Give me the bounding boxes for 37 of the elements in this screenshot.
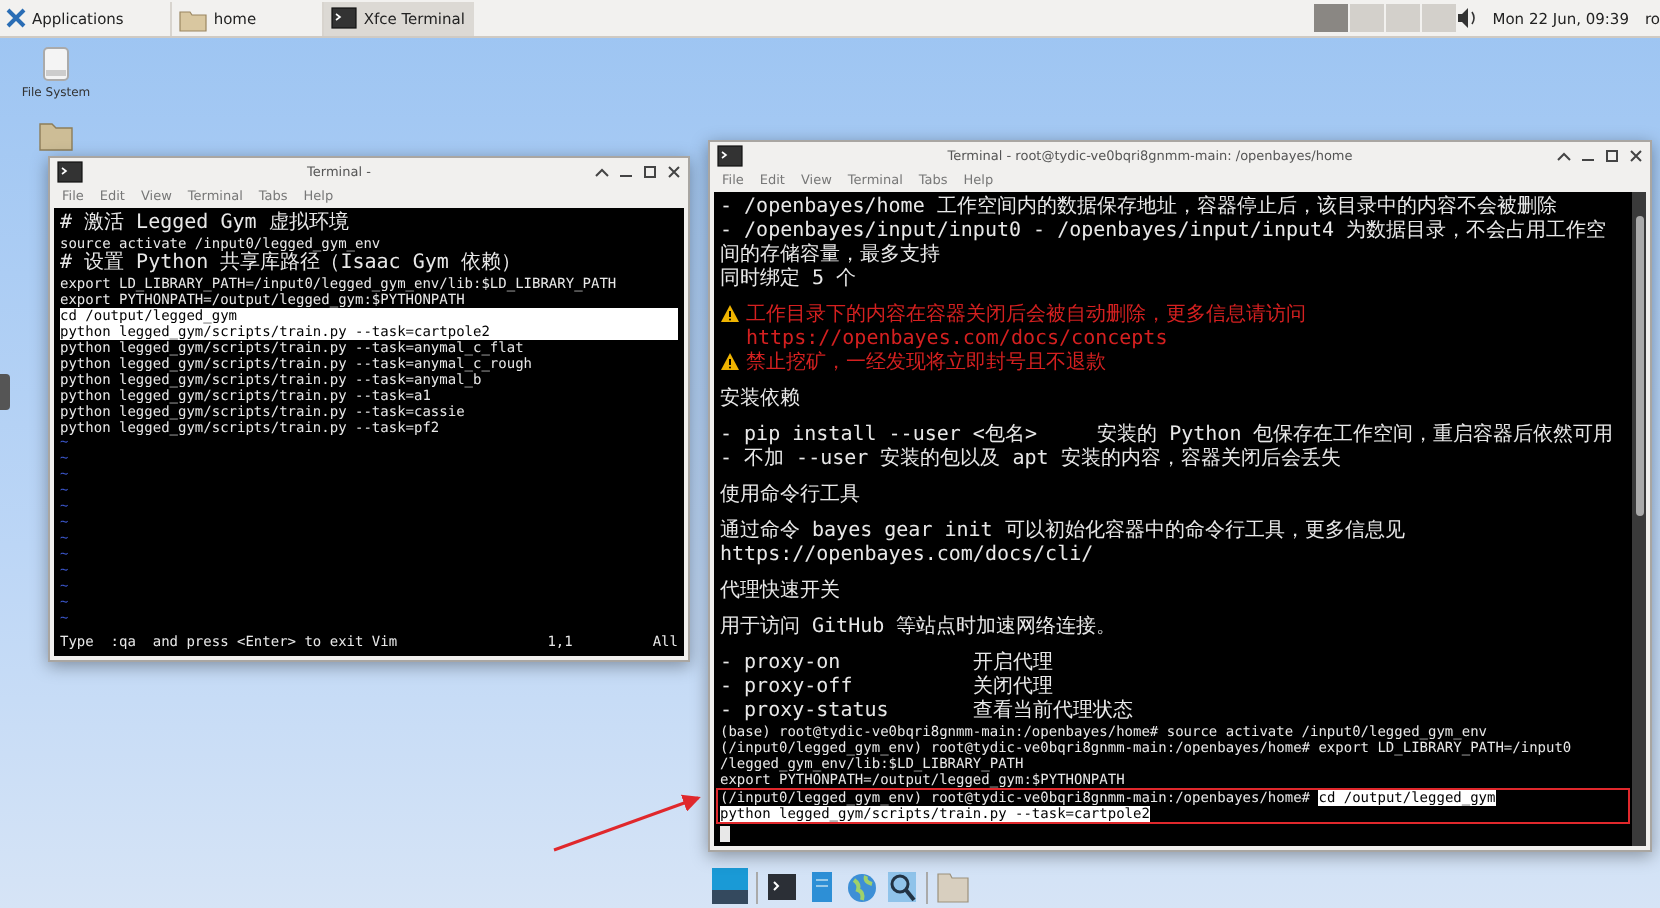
terminal-line: - /openbayes/input/input0 - /openbayes/input/input4 为数据目录，不会占用工作空间的存储容量，最多支持 (720, 220, 1609, 267)
cursor (720, 826, 730, 842)
chevron-up-icon[interactable] (1556, 148, 1572, 164)
desktop-icon[interactable] (712, 868, 748, 904)
chevron-up-icon[interactable] (594, 164, 610, 180)
x-logo-icon (6, 8, 26, 28)
terminal-icon[interactable] (766, 870, 798, 904)
close-icon[interactable] (1628, 148, 1644, 164)
terminal-line: # 激活 Legged Gym 虚拟环境 (60, 212, 351, 236)
warning-message: 工作目录下的内容在容器关闭后会被自动删除，更多信息请访问 https://openbayes.com/docs/concepts (746, 304, 1308, 351)
terminal-line: - 不加 --user 安装的包以及 apt 安装的内容，容器关闭后会丢失 (720, 448, 1343, 472)
terminal-icon[interactable] (329, 6, 358, 30)
scrollbar[interactable] (1632, 192, 1646, 846)
workspace-button[interactable] (1314, 4, 1349, 32)
warning-icon (720, 304, 740, 324)
speaker-icon[interactable] (1456, 6, 1477, 30)
terminal-line: 用于访问 GitHub 等站点时加速网络连接。 (720, 616, 1119, 640)
warning-message: 禁止挖矿，一经发现将立即封号且不退款 (746, 352, 1108, 376)
terminal-line: - /openbayes/home 工作空间内的数据保存地址，容器停止后，该目录中的内容不会被删除 (720, 196, 1559, 219)
terminal-icon[interactable] (56, 160, 84, 184)
search-icon[interactable] (886, 870, 918, 904)
terminal-line: - proxy-on 开启代理 (720, 652, 1055, 675)
terminal-line: - proxy-status 查看当前代理状态 (720, 700, 1135, 724)
terminal-line: - proxy-off 关闭代理 (720, 676, 1055, 699)
terminal-line: - pip install --user <包名> 安装的 Python 包保存在工作空间，重启容器后依然可用 (720, 424, 1616, 447)
terminal-line: 使用命令行工具 (720, 484, 862, 508)
maximize-icon[interactable] (1604, 148, 1620, 164)
terminal-line: 同时绑定 5 个 (720, 268, 859, 292)
terminal-line: # 设置 Python 共享库路径（Isaac Gym 依赖） (60, 252, 523, 276)
warning-icon (720, 352, 740, 372)
terminal-icon[interactable] (716, 144, 744, 168)
terminal-line: 代理快速开关 (720, 580, 842, 604)
maximize-icon[interactable] (642, 164, 658, 180)
close-icon[interactable] (666, 164, 682, 180)
panel-handle[interactable] (0, 374, 10, 410)
terminal-line: 通过命令 bayes gear init 可以初始化容器中的命令行工具，更多信息见 https://openbayes.com/docs/cli/ (720, 520, 1407, 568)
terminal-line: 安装依赖 (720, 388, 802, 412)
